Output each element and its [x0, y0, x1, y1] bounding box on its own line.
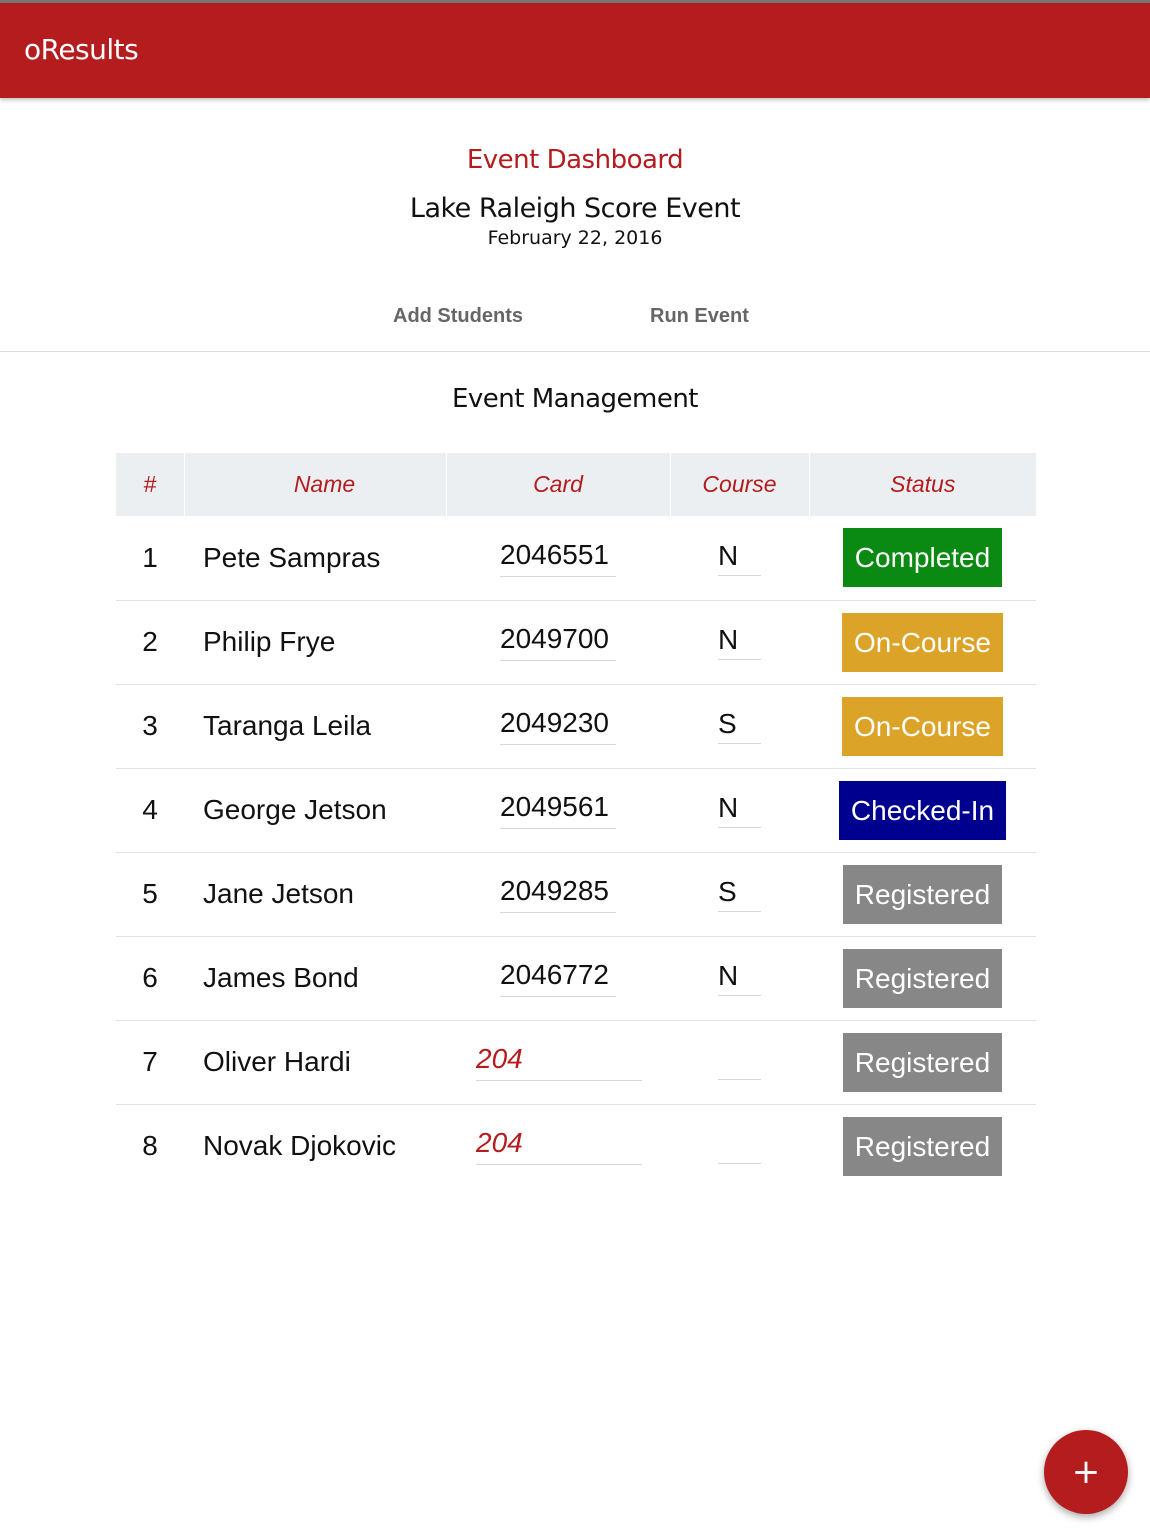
- course-input[interactable]: N: [718, 540, 761, 576]
- status-badge[interactable]: Registered: [842, 1032, 1003, 1092]
- row-number: 1: [116, 516, 184, 601]
- student-name: Taranga Leila: [184, 684, 446, 769]
- card-input[interactable]: 204: [476, 1127, 642, 1166]
- row-number: 8: [142, 1130, 158, 1162]
- row-number: 6: [116, 936, 184, 1021]
- card-cell: 2049285: [446, 852, 670, 937]
- student-name: Philip Frye: [184, 600, 446, 685]
- card-cell: 204: [446, 1104, 670, 1188]
- app-title[interactable]: oResults: [24, 33, 139, 66]
- table-row: 8 Novak Djokovic 204 Registered: [116, 1104, 1036, 1188]
- page-title: Event Dashboard: [466, 145, 684, 175]
- status-badge[interactable]: Completed: [842, 528, 1003, 588]
- course-input[interactable]: S: [718, 708, 761, 744]
- add-button[interactable]: +: [1044, 1430, 1128, 1514]
- table-row: 7 Oliver Hardi 204 Registered: [116, 1020, 1036, 1105]
- status-badge[interactable]: Checked-In: [838, 780, 1007, 840]
- card-input[interactable]: 2049285: [500, 875, 616, 913]
- status-badge[interactable]: On-Course: [842, 612, 1003, 672]
- table-row: 1 Pete Sampras 2046551 N Completed: [116, 516, 1036, 601]
- student-name: Novak Djokovic: [203, 1130, 396, 1162]
- course-input[interactable]: N: [718, 792, 761, 828]
- section-title: Event Management: [451, 384, 699, 414]
- status-cell: Registered: [809, 936, 1036, 1021]
- table-row: 4 George Jetson 2049561 N Checked-In: [116, 768, 1036, 853]
- row-number: 5: [116, 852, 184, 937]
- row-number: 4: [116, 768, 184, 853]
- course-cell: N: [670, 516, 809, 601]
- plus-icon: +: [1071, 1452, 1101, 1492]
- row-number: 2: [116, 600, 184, 685]
- status-badge[interactable]: On-Course: [842, 696, 1003, 756]
- student-name: Pete Sampras: [184, 516, 446, 601]
- table-header-row: # Name Card Course Status: [116, 453, 1036, 516]
- course-cell: N: [670, 768, 809, 853]
- status-badge[interactable]: Registered: [842, 864, 1003, 924]
- column-header-status[interactable]: Status: [809, 453, 1036, 516]
- table-row: 6 James Bond 2046772 N Registered: [116, 936, 1036, 1021]
- card-cell: 204: [446, 1020, 670, 1105]
- row-number: 3: [116, 684, 184, 769]
- table-row: 3 Taranga Leila 2049230 S On-Course: [116, 684, 1036, 769]
- course-input[interactable]: S: [718, 876, 761, 912]
- tab-run-event[interactable]: Run Event: [650, 300, 749, 332]
- table-row: 2 Philip Frye 2049700 N On-Course: [116, 600, 1036, 685]
- course-cell: N: [670, 936, 809, 1021]
- card-input[interactable]: 2046772: [500, 959, 616, 997]
- course-cell: [670, 1104, 809, 1188]
- card-cell: 2049561: [446, 768, 670, 853]
- status-cell: Registered: [809, 1104, 1036, 1188]
- event-date: February 22, 2016: [487, 227, 663, 249]
- table-row: 5 Jane Jetson 2049285 S Registered: [116, 852, 1036, 937]
- student-name: James Bond: [184, 936, 446, 1021]
- course-input[interactable]: N: [718, 624, 761, 660]
- column-header-course[interactable]: Course: [670, 453, 810, 516]
- status-cell: On-Course: [809, 684, 1036, 769]
- course-input[interactable]: N: [718, 960, 761, 996]
- event-name: Lake Raleigh Score Event: [409, 193, 741, 224]
- card-cell: 2046772: [446, 936, 670, 1021]
- status-cell: Checked-In: [809, 768, 1036, 853]
- column-header-card[interactable]: Card: [446, 453, 671, 516]
- students-table: # Name Card Course Status 1 Pete Sampras 2…: [116, 453, 1036, 1188]
- student-name: George Jetson: [184, 768, 446, 853]
- course-cell: N: [670, 600, 809, 685]
- course-input[interactable]: [718, 1128, 761, 1165]
- card-cell: 2049230: [446, 684, 670, 769]
- card-cell: 2046551: [446, 516, 670, 601]
- row-number: 7: [116, 1020, 184, 1105]
- course-cell: S: [670, 852, 809, 937]
- card-input[interactable]: 2049230: [500, 707, 616, 745]
- column-header-number[interactable]: #: [116, 453, 185, 516]
- status-cell: Registered: [809, 1020, 1036, 1105]
- course-input[interactable]: [718, 1044, 761, 1080]
- status-cell: Registered: [809, 852, 1036, 937]
- status-cell: Completed: [809, 516, 1036, 601]
- card-input[interactable]: 2049700: [500, 623, 616, 661]
- status-badge[interactable]: Registered: [842, 1116, 1003, 1176]
- card-input[interactable]: 204: [476, 1043, 642, 1081]
- card-cell: 2049700: [446, 600, 670, 685]
- course-cell: [670, 1020, 809, 1105]
- card-input[interactable]: 2046551: [500, 539, 616, 577]
- card-input[interactable]: 2049561: [500, 791, 616, 829]
- tab-bar: Add Students Run Event: [0, 300, 1150, 352]
- app-bar: oResults: [0, 3, 1150, 98]
- student-name: Jane Jetson: [184, 852, 446, 937]
- event-header: Event Dashboard Lake Raleigh Score Event…: [0, 140, 1150, 250]
- column-header-name[interactable]: Name: [184, 453, 447, 516]
- course-cell: S: [670, 684, 809, 769]
- tab-add-students[interactable]: Add Students: [393, 300, 523, 332]
- status-cell: On-Course: [809, 600, 1036, 685]
- student-name: Oliver Hardi: [184, 1020, 446, 1105]
- status-badge[interactable]: Registered: [842, 948, 1003, 1008]
